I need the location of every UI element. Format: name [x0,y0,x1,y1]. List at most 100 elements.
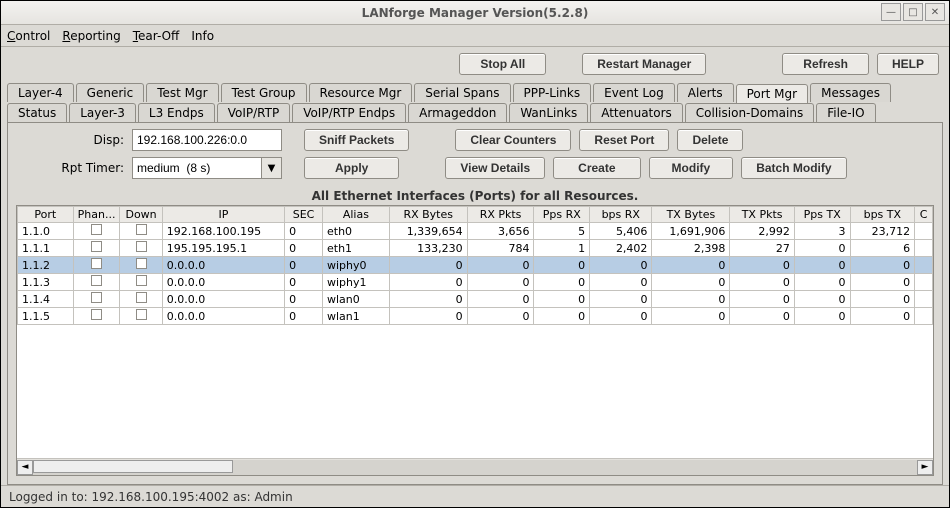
checkbox-cell[interactable] [120,274,162,291]
cell[interactable]: 0 [467,308,534,325]
checkbox-cell[interactable] [120,291,162,308]
cell[interactable]: 0 [794,257,850,274]
minimize-button[interactable]: — [881,3,901,21]
cell[interactable]: 2,398 [652,240,730,257]
cell[interactable]: 1.1.4 [18,291,74,308]
cell[interactable]: 3,656 [467,223,534,240]
cell[interactable]: 0 [590,308,652,325]
tab-ppp-links[interactable]: PPP-Links [513,83,592,102]
cell[interactable]: 784 [467,240,534,257]
table-row[interactable]: 1.1.20.0.0.00wiphy000000000 [18,257,933,274]
table-row[interactable]: 1.1.1195.195.195.10eth1133,23078412,4022… [18,240,933,257]
column-header[interactable]: Pps TX [794,207,850,223]
cell[interactable] [915,308,933,325]
tab-armageddon[interactable]: Armageddon [408,103,507,122]
cell[interactable]: 0 [285,223,323,240]
table-row[interactable]: 1.1.30.0.0.00wiphy100000000 [18,274,933,291]
cell[interactable]: eth0 [322,223,389,240]
disp-input[interactable] [132,129,282,151]
tab-voip-rtp-endps[interactable]: VoIP/RTP Endps [292,103,406,122]
cell[interactable]: 2,402 [590,240,652,257]
menu-info[interactable]: Info [191,29,214,43]
refresh-button[interactable]: Refresh [782,53,869,75]
tab-attenuators[interactable]: Attenuators [590,103,683,122]
checkbox-icon[interactable] [136,258,147,269]
modify-button[interactable]: Modify [649,157,734,179]
cell[interactable]: 133,230 [389,240,467,257]
cell[interactable]: 0 [652,257,730,274]
column-header[interactable]: SEC [285,207,323,223]
checkbox-cell[interactable] [73,257,120,274]
column-header[interactable]: Pps RX [534,207,590,223]
cell[interactable]: 0 [730,257,795,274]
cell[interactable]: 0 [534,308,590,325]
tab-wanlinks[interactable]: WanLinks [509,103,588,122]
cell[interactable]: 3 [794,223,850,240]
menu-tearoff[interactable]: Tear-Off [133,29,180,43]
cell[interactable]: 195.195.195.1 [162,240,284,257]
cell[interactable]: 0 [285,240,323,257]
cell[interactable]: 0 [467,291,534,308]
cell[interactable]: 0 [730,291,795,308]
column-header[interactable]: IP [162,207,284,223]
cell[interactable]: 0.0.0.0 [162,274,284,291]
checkbox-icon[interactable] [136,224,147,235]
column-header[interactable]: TX Pkts [730,207,795,223]
cell[interactable]: 1,339,654 [389,223,467,240]
tab-serial-spans[interactable]: Serial Spans [414,83,510,102]
cell[interactable]: 0 [652,291,730,308]
column-header[interactable]: Down [120,207,162,223]
cell[interactable]: 1 [534,240,590,257]
cell[interactable]: 0 [652,308,730,325]
cell[interactable]: 0 [794,291,850,308]
menu-reporting[interactable]: Reporting [62,29,120,43]
cell[interactable]: 1.1.2 [18,257,74,274]
checkbox-cell[interactable] [120,308,162,325]
checkbox-icon[interactable] [91,309,102,320]
checkbox-icon[interactable] [136,292,147,303]
tab-l3-endps[interactable]: L3 Endps [138,103,215,122]
checkbox-icon[interactable] [91,292,102,303]
cell[interactable] [915,274,933,291]
column-header[interactable]: bps TX [850,207,915,223]
cell[interactable]: 23,712 [850,223,915,240]
help-button[interactable]: HELP [877,53,939,75]
checkbox-cell[interactable] [73,240,120,257]
cell[interactable]: 0 [590,291,652,308]
cell[interactable]: 0 [850,291,915,308]
checkbox-cell[interactable] [73,291,120,308]
cell[interactable]: 0 [467,257,534,274]
cell[interactable]: eth1 [322,240,389,257]
menu-control[interactable]: Control [7,29,50,43]
view-details-button[interactable]: View Details [445,157,545,179]
tab-event-log[interactable]: Event Log [593,83,675,102]
column-header[interactable]: TX Bytes [652,207,730,223]
reset-port-button[interactable]: Reset Port [579,129,669,151]
checkbox-cell[interactable] [73,223,120,240]
rpt-timer-combo[interactable]: ▼ [132,157,282,179]
tab-voip-rtp[interactable]: VoIP/RTP [217,103,290,122]
checkbox-icon[interactable] [136,309,147,320]
cell[interactable]: wiphy0 [322,257,389,274]
scroll-track[interactable] [33,460,917,475]
tab-port-mgr[interactable]: Port Mgr [736,84,809,103]
rpt-timer-input[interactable] [132,157,262,179]
cell[interactable]: 0 [285,257,323,274]
checkbox-icon[interactable] [136,275,147,286]
tab-collision-domains[interactable]: Collision-Domains [685,103,814,122]
cell[interactable]: 0 [534,291,590,308]
cell[interactable]: 0.0.0.0 [162,257,284,274]
cell[interactable]: 0 [794,274,850,291]
cell[interactable]: 1.1.0 [18,223,74,240]
column-header[interactable]: RX Bytes [389,207,467,223]
delete-button[interactable]: Delete [677,129,743,151]
chevron-down-icon[interactable]: ▼ [262,157,282,179]
cell[interactable]: wlan0 [322,291,389,308]
checkbox-icon[interactable] [91,275,102,286]
tab-test-mgr[interactable]: Test Mgr [146,83,218,102]
column-header[interactable]: Alias [322,207,389,223]
tab-status[interactable]: Status [7,103,67,122]
cell[interactable]: 0 [590,257,652,274]
cell[interactable]: 27 [730,240,795,257]
table-row[interactable]: 1.1.0192.168.100.1950eth01,339,6543,6565… [18,223,933,240]
